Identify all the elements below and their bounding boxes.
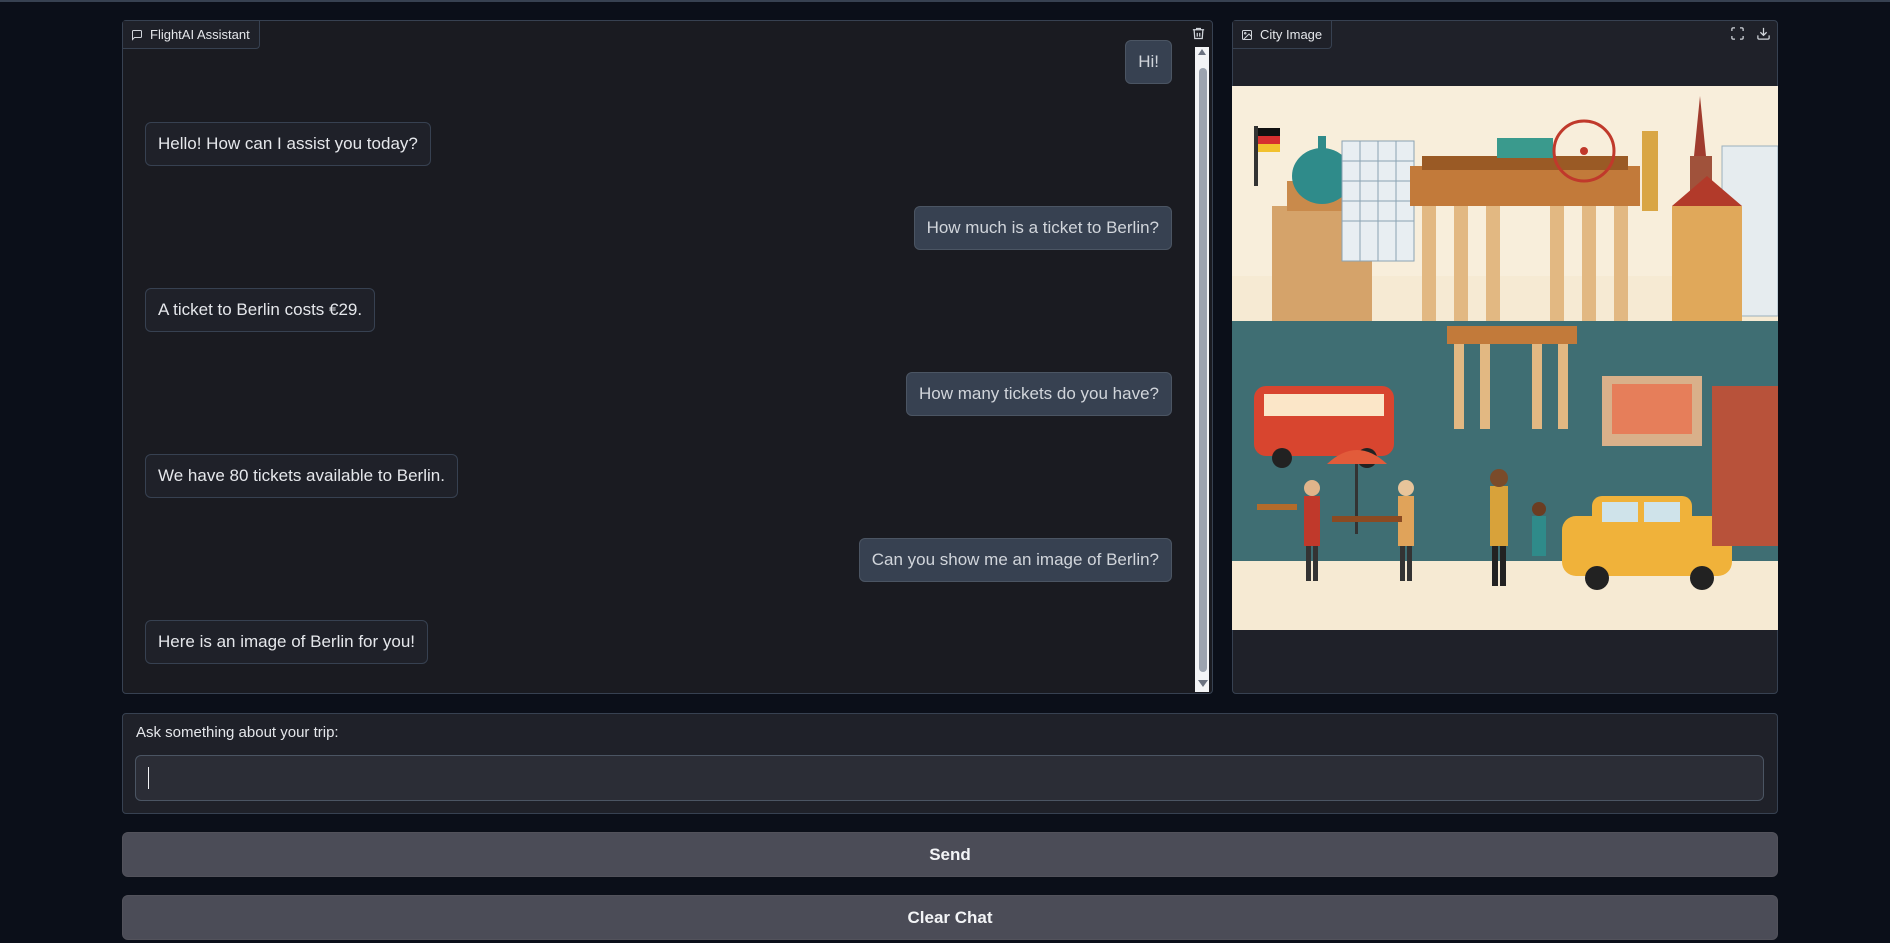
chat-scrollbar-thumb[interactable] (1199, 68, 1207, 672)
chat-message-bot: A ticket to Berlin costs €29. (145, 288, 376, 332)
clear-chat-button[interactable]: Clear Chat (122, 895, 1778, 940)
chat-message-user: How much is a ticket to Berlin? (913, 206, 1172, 250)
chatbot-label-text: FlightAI Assistant (150, 27, 250, 42)
chat-message-bot: Here is an image of Berlin for you! (145, 620, 429, 664)
berlin-illustration-svg (1232, 86, 1778, 630)
chatbot-label: FlightAI Assistant (123, 21, 260, 49)
scroll-down-arrow-icon[interactable] (1198, 680, 1208, 687)
chat-message-user: Can you show me an image of Berlin? (858, 538, 1172, 582)
chat-icon (132, 29, 142, 41)
chat-message-user: How many tickets do you have? (905, 372, 1172, 416)
berlin-city-illustration (1232, 86, 1778, 630)
fullscreen-icon (1730, 26, 1744, 40)
clear-chat-icon[interactable] (1186, 21, 1210, 45)
text-cursor (148, 767, 149, 789)
city-image-label-text: City Image (1260, 27, 1323, 42)
chat-message-bot: Hello! How can I assist you today? (145, 122, 431, 166)
chat-message-user: Hi! (1125, 40, 1172, 84)
image-icon (1242, 29, 1252, 40)
chat-message-bot: We have 80 tickets available to Berlin. (145, 454, 458, 498)
send-button[interactable]: Send (122, 832, 1778, 877)
city-image-label: City Image (1233, 21, 1333, 49)
fullscreen-button[interactable] (1725, 21, 1749, 45)
download-icon (1756, 27, 1770, 40)
scroll-up-arrow-icon[interactable] (1198, 49, 1206, 55)
top-divider (0, 0, 1890, 2)
download-button[interactable] (1751, 21, 1775, 45)
trip-question-input[interactable] (135, 755, 1764, 801)
trip-question-label: Ask something about your trip: (136, 724, 339, 741)
trash-icon (1192, 27, 1204, 39)
